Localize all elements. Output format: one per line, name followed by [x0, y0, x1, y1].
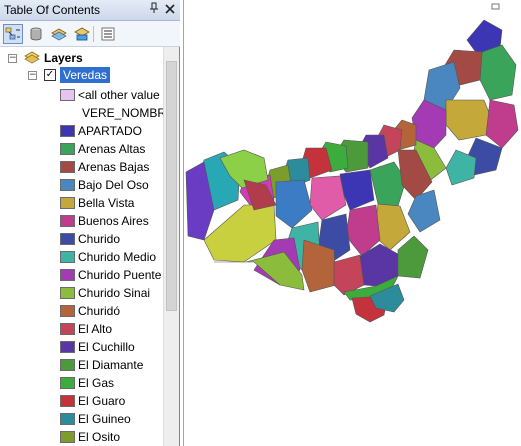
field-name-row: VERE_NOMBR	[0, 104, 163, 122]
legend-item[interactable]: El Alto	[0, 320, 163, 338]
layer-visibility-checkbox[interactable]: ✓	[44, 69, 56, 81]
list-by-selection-button[interactable]	[72, 24, 92, 44]
list-by-drawing-order-button[interactable]	[3, 24, 23, 44]
toolbar-separator	[93, 26, 94, 42]
legend-item[interactable]: El Guineo	[0, 410, 163, 428]
legend-swatch	[60, 89, 75, 101]
legend-item[interactable]: Arenas Bajas	[0, 158, 163, 176]
legend-label: Bella Vista	[78, 196, 135, 210]
legend-swatch	[60, 287, 75, 299]
options-button[interactable]	[98, 24, 118, 44]
vereda-polygon[interactable]	[397, 235, 429, 279]
source-icon	[30, 27, 42, 41]
collapse-icon[interactable]: −	[8, 54, 17, 63]
legend-label: Churido Sinai	[78, 286, 151, 300]
drawing-order-icon	[5, 27, 20, 40]
legend-swatch	[60, 359, 75, 371]
legend-swatch	[60, 125, 75, 137]
vereda-polygon[interactable]	[373, 203, 411, 251]
legend-label: El Osito	[78, 430, 121, 444]
toc-title: Table Of Contents	[4, 3, 101, 17]
legend-swatch	[60, 341, 75, 353]
collapse-icon[interactable]: −	[28, 71, 37, 80]
vereda-polygon[interactable]	[485, 99, 519, 149]
legend-swatch	[60, 251, 75, 263]
legend-label: Churido Medio	[78, 250, 157, 264]
legend-swatch	[60, 377, 75, 389]
scrollbar-thumb[interactable]	[166, 61, 177, 311]
toc-scrollbar[interactable]	[163, 47, 179, 446]
pin-icon[interactable]	[147, 2, 161, 18]
legend-item[interactable]: El Osito	[0, 428, 163, 446]
legend-label: Bajo Del Oso	[78, 178, 149, 192]
legend-swatch	[60, 395, 75, 407]
toc-header: Table Of Contents	[0, 0, 180, 21]
legend-label: Churido	[78, 232, 121, 246]
layer-row-veredas[interactable]: − ✓ Veredas	[0, 66, 163, 84]
legend-item[interactable]: Churido Medio	[0, 248, 163, 266]
layer-name[interactable]: Veredas	[60, 67, 111, 83]
toc-toolbar	[0, 21, 180, 47]
legend-swatch	[60, 305, 75, 317]
legend-label: Churidó	[78, 304, 121, 318]
vereda-polygon[interactable]	[275, 179, 313, 229]
legend-item[interactable]: Bella Vista	[0, 194, 163, 212]
vereda-polygon[interactable]	[445, 99, 491, 141]
legend-item[interactable]: El Guaro	[0, 392, 163, 410]
legend-item[interactable]: El Gas	[0, 374, 163, 392]
legend-swatch	[60, 161, 75, 173]
legend-swatch	[60, 215, 75, 227]
list-by-visibility-button[interactable]	[49, 24, 69, 44]
legend-item[interactable]: Churido	[0, 230, 163, 248]
selection-icon	[74, 27, 90, 41]
legend-label: Buenos Aires	[78, 214, 149, 228]
legend-label: El Cuchillo	[78, 340, 135, 354]
legend-item[interactable]: Bajo Del Oso	[0, 176, 163, 194]
legend-label: Arenas Bajas	[78, 160, 150, 174]
toc-tree: − Layers − ✓ Veredas <all other value VE…	[0, 47, 163, 446]
layers-row[interactable]: − Layers	[0, 49, 163, 67]
table-of-contents-panel: Table Of Contents − Layers − ✓ Veredas <…	[0, 0, 180, 446]
options-icon	[101, 27, 115, 41]
legend-label: El Guineo	[78, 412, 131, 426]
vereda-polygon[interactable]	[309, 175, 347, 221]
field-name: VERE_NOMBR	[82, 106, 163, 120]
legend-item[interactable]: El Diamante	[0, 356, 163, 374]
legend-swatch	[60, 269, 75, 281]
veredas-polygons	[185, 19, 519, 323]
map-view[interactable]	[183, 0, 521, 446]
close-icon[interactable]	[163, 2, 177, 18]
legend-label: El Alto	[78, 322, 113, 336]
legend-label: El Gas	[78, 376, 115, 390]
legend-label: El Diamante	[78, 358, 144, 372]
legend-label: El Guaro	[78, 394, 126, 408]
legend-item[interactable]: APARTADO	[0, 122, 163, 140]
vereda-polygon[interactable]	[479, 44, 517, 101]
legend-item[interactable]: Buenos Aires	[0, 212, 163, 230]
legend-swatch	[60, 233, 75, 245]
legend-item[interactable]: Churidó	[0, 302, 163, 320]
legend-swatch	[60, 197, 75, 209]
legend-label: <all other value	[78, 88, 160, 102]
legend-swatch	[60, 179, 75, 191]
legend-item[interactable]: Arenas Altas	[0, 140, 163, 158]
layers-label: Layers	[44, 51, 83, 65]
legend-swatch	[60, 413, 75, 425]
map-canvas[interactable]	[184, 0, 521, 446]
layers-icon	[24, 51, 40, 64]
legend-swatch	[60, 431, 75, 443]
legend-swatch	[60, 143, 75, 155]
legend-label: APARTADO	[78, 124, 143, 138]
legend-label: Churido Puente	[78, 268, 162, 282]
legend-item[interactable]: Churido Sinai	[0, 284, 163, 302]
all-other-values-row: <all other value	[0, 86, 163, 104]
legend-item[interactable]: Churido Puente	[0, 266, 163, 284]
legend-swatch	[60, 323, 75, 335]
list-by-source-button[interactable]	[26, 24, 46, 44]
map-marker-icon	[491, 3, 500, 10]
legend-item[interactable]: El Cuchillo	[0, 338, 163, 356]
legend-label: Arenas Altas	[78, 142, 146, 156]
visibility-icon	[51, 28, 67, 41]
